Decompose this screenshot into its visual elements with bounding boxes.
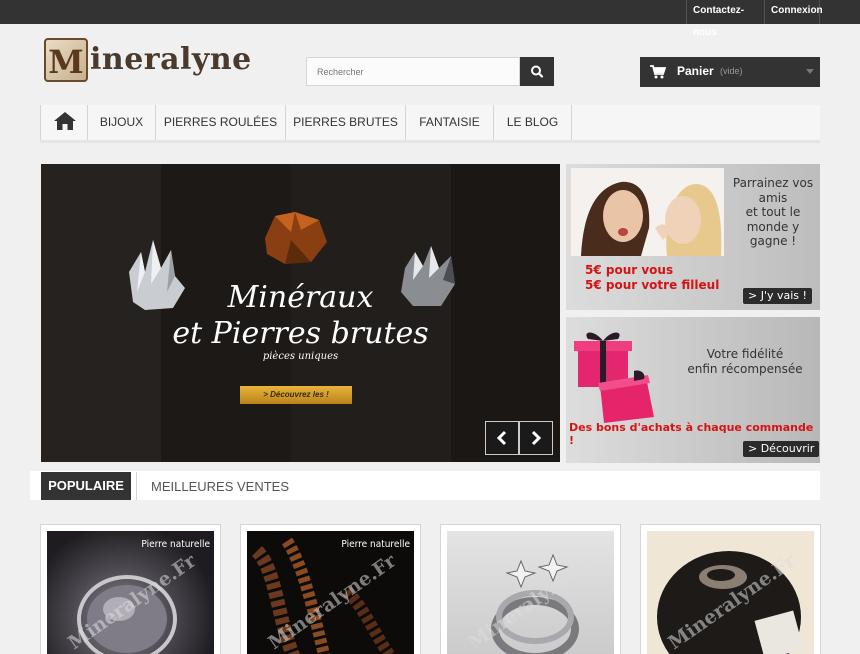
logo-initial-box: M (44, 38, 88, 82)
cart-icon (650, 65, 666, 79)
menu-item-blog[interactable]: LE BLOG (494, 105, 572, 140)
referral-line: gagne ! (749, 234, 797, 248)
product-card[interactable]: Pierre naturelle Mineralyne.Fr (40, 524, 221, 654)
loyalty-line: enfin récompensée (687, 362, 803, 376)
search-input[interactable] (306, 57, 520, 86)
chevron-right-icon (531, 430, 542, 446)
referral-line: monde y (746, 219, 800, 234)
logo-initial: M (48, 43, 84, 81)
slider-next-button[interactable] (519, 421, 553, 455)
referral-banner[interactable]: Parrainez vos amis et tout le monde y ga… (566, 164, 820, 310)
slider-headline-2: et Pierres brutes (172, 316, 429, 351)
referral-line: amis (758, 190, 788, 205)
product-card[interactable]: Mineralyne.Fr (640, 524, 821, 654)
cart-label: Panier (677, 64, 714, 78)
slider-headline-1: Minéraux (227, 280, 374, 315)
loyalty-button[interactable]: > Découvrir (743, 441, 820, 457)
cart-button[interactable]: Panier (vide) (640, 57, 820, 87)
main-menu: BIJOUX PIERRES ROULÉES PIERRES BRUTES FA… (40, 105, 820, 143)
home-icon (54, 112, 76, 130)
top-bar: Contactez-nous Connexion (0, 0, 860, 38)
product-badge: Pierre naturelle (141, 539, 210, 550)
home-button[interactable] (40, 105, 88, 140)
homepage-slider[interactable]: Minéraux et Pierres brutes pièces unique… (41, 164, 560, 462)
search-icon (531, 65, 544, 78)
site-logo[interactable]: M ineralyne (44, 38, 284, 84)
logo-text: ineralyne (90, 42, 252, 77)
referral-photo (571, 168, 724, 256)
loyalty-line: Votre fidélité (706, 347, 784, 361)
menu-item-pierres-roulees[interactable]: PIERRES ROULÉES (156, 105, 286, 140)
search-bar (306, 57, 554, 86)
tab-best-sellers[interactable]: MEILLEURES VENTES (136, 472, 289, 500)
product-image[interactable]: Pierre naturelle Mineralyne.Fr (47, 531, 214, 654)
cart-status: (vide) (720, 66, 743, 76)
referral-line: Parrainez vos (732, 176, 814, 190)
tab-popular[interactable]: POPULAIRE (41, 472, 131, 500)
product-image[interactable]: Pierre naturelle Mineralyne.Fr (247, 531, 414, 654)
referral-line: et tout le (745, 205, 801, 219)
menu-item-bijoux[interactable]: BIJOUX (88, 105, 156, 140)
gift-box-image (574, 332, 654, 423)
referral-text: Parrainez vos amis et tout le monde y ga… (728, 176, 818, 249)
contact-link[interactable]: Contactez-nous (686, 0, 764, 38)
slider-cta-button[interactable]: > Découvrez les ! (240, 386, 352, 404)
product-card[interactable]: Pierre naturelle Mineralyne.Fr (240, 524, 421, 654)
product-badge: Pierre naturelle (341, 539, 410, 550)
loyalty-text: Votre fidélité enfin récompensée (670, 347, 820, 377)
product-image[interactable]: Mineralyne.Fr (647, 531, 814, 654)
loyalty-banner[interactable]: Votre fidélité enfin récompensée Des bon… (566, 317, 820, 463)
product-card[interactable]: Mineralyne.Fr (440, 524, 621, 654)
menu-item-pierres-brutes[interactable]: PIERRES BRUTES (286, 105, 406, 140)
product-tabs: POPULAIRE MEILLEURES VENTES (30, 471, 820, 500)
login-link[interactable]: Connexion (764, 0, 823, 24)
referral-offer-line: 5€ pour votre filleul (585, 278, 720, 292)
referral-button[interactable]: > J'y vais ! (743, 288, 812, 304)
slider-prev-button[interactable] (485, 421, 519, 455)
chevron-down-icon (806, 69, 814, 74)
slider-subtitle: pièces uniques (262, 351, 339, 362)
product-image[interactable]: Mineralyne.Fr (447, 531, 614, 654)
referral-offer-line: 5€ pour vous (585, 263, 674, 277)
chevron-left-icon (496, 430, 507, 446)
crystal-image-center (265, 212, 327, 264)
referral-offer: 5€ pour vous 5€ pour votre filleul (585, 263, 719, 293)
menu-item-fantaisie[interactable]: FANTAISIE (406, 105, 494, 140)
search-button[interactable] (520, 57, 554, 86)
